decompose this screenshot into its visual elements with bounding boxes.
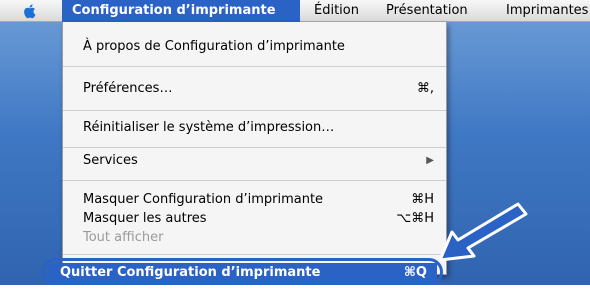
application-dropdown-menu: À propos de Configuration d’imprimante P… [62,22,447,275]
menu-presentation[interactable]: Présentation [386,0,468,22]
menu-item-label: Masquer Configuration d’imprimante [83,192,324,207]
page-margin [0,285,590,297]
menu-item-label: À propos de Configuration d’imprimante [83,39,345,54]
menu-separator [63,66,446,67]
menu-item-label: Services [83,153,138,168]
apple-icon[interactable] [22,2,38,20]
menu-separator [63,147,446,148]
menu-item-services[interactable]: Services ▶ [63,150,446,172]
menu-app-label: Configuration d’imprimante [72,3,276,18]
menu-item-label: Réinitialiser le système d’impression… [83,120,335,135]
menu-separator [63,110,446,111]
menu-separator [63,254,446,255]
menu-separator [63,180,446,181]
shortcut-label: ⌘, [416,81,434,96]
menu-configuration-imprimante[interactable]: Configuration d’imprimante [62,0,300,22]
menu-item-reset-printing-system[interactable]: Réinitialiser le système d’impression… [63,117,446,139]
menu-imprimantes[interactable]: Imprimantes [506,0,588,22]
menu-edition[interactable]: Édition [314,0,359,22]
submenu-arrow-icon: ▶ [426,155,434,166]
menu-item-label: Tout afficher [83,230,164,245]
menu-bar: Configuration d’imprimante Édition Prése… [0,0,590,22]
menu-item-label: Masquer les autres [83,211,207,226]
menu-item-about[interactable]: À propos de Configuration d’imprimante [63,36,446,58]
quit-callout-outline [42,258,443,286]
menu-item-label: Préférences… [83,81,173,96]
callout-arrow-icon [438,202,528,262]
menu-item-show-all: Tout afficher [63,227,446,249]
menu-item-preferences[interactable]: Préférences… ⌘, [63,78,446,100]
